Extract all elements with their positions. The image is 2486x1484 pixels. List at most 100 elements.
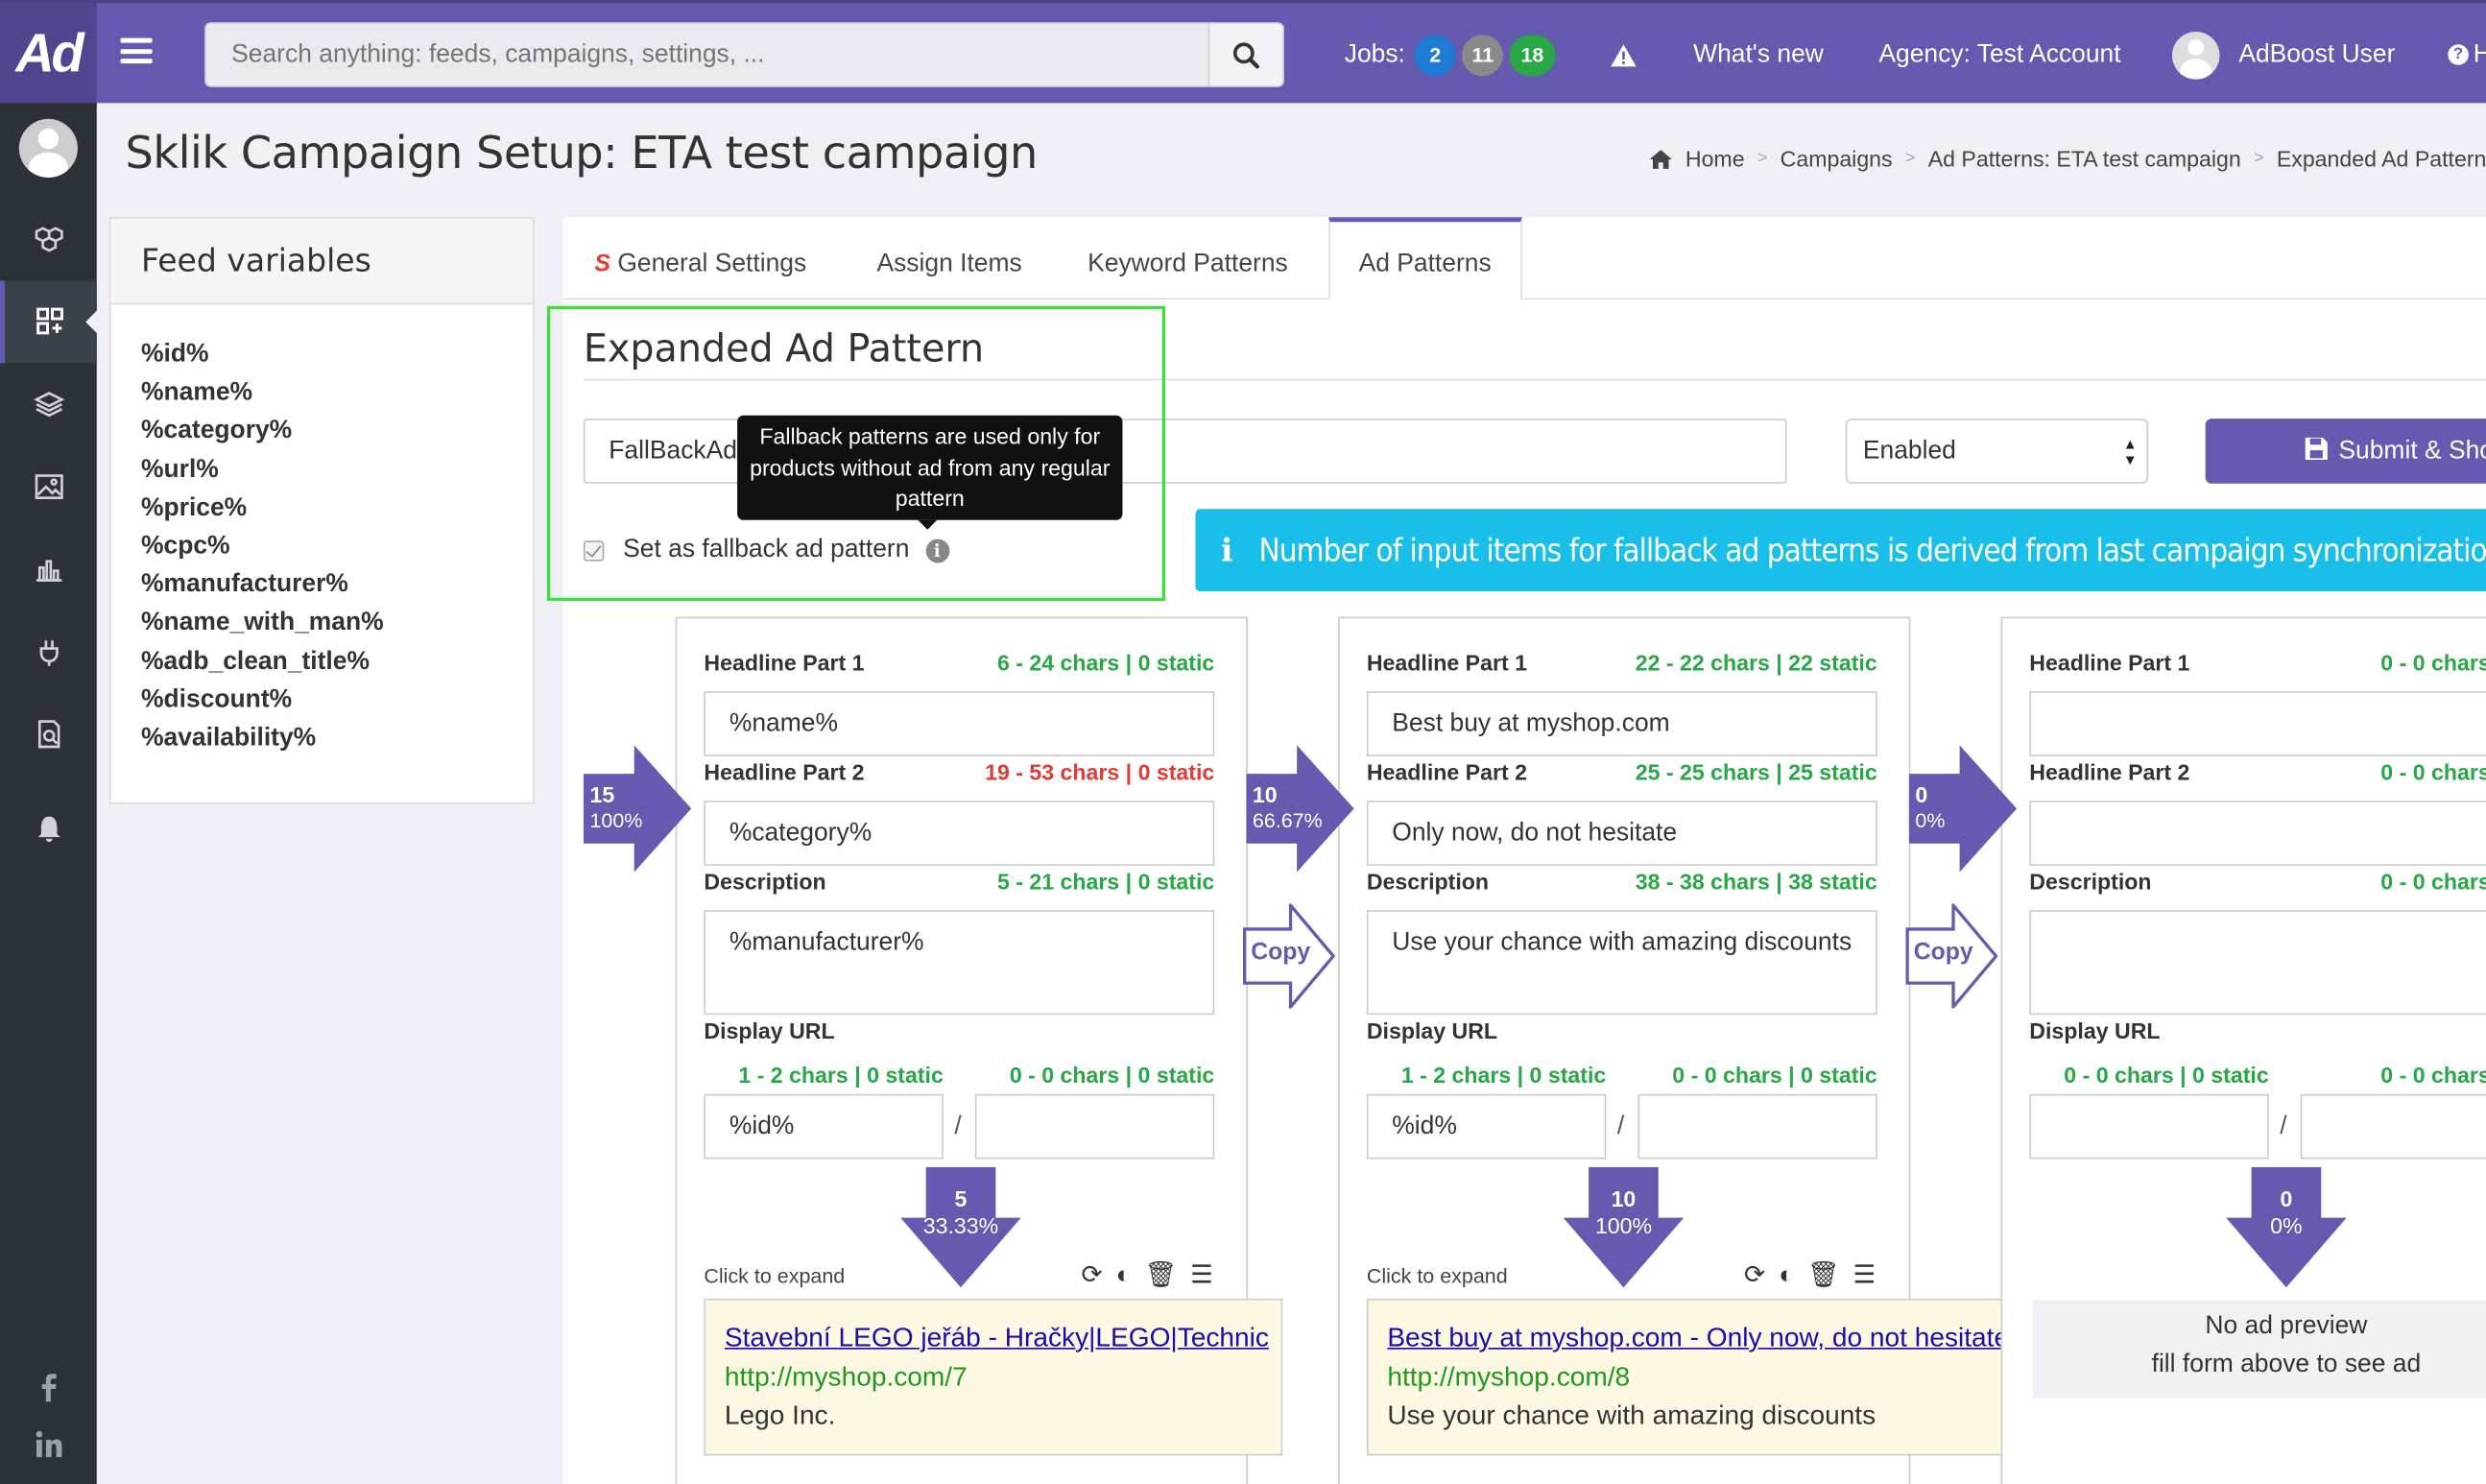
ad-tools: ⟳ ◐ 🗑 ☰: [1082, 1259, 1217, 1291]
agency-selector[interactable]: Agency: Test Account: [1878, 3, 2120, 106]
list-icon[interactable]: ☰: [1853, 1262, 1879, 1289]
ad-preview-url: http://myshop.com/7: [724, 1361, 968, 1392]
output-count-arrow: 5 33.33%: [900, 1166, 1021, 1288]
highlight-box: [546, 305, 1166, 602]
bar-chart-icon[interactable]: [0, 528, 97, 610]
feed-variable[interactable]: %url%: [141, 451, 533, 490]
headline-1-input[interactable]: %name%: [704, 691, 1215, 756]
display-url-path2-input[interactable]: [1637, 1093, 1877, 1160]
description-char-count: 5 - 21 chars | 0 static: [996, 869, 1215, 895]
plug-icon[interactable]: [0, 610, 97, 693]
submit-label: Submit & Sho: [2338, 437, 2486, 465]
jobs-indicator[interactable]: Jobs: 2 11 18: [1345, 3, 1555, 106]
info-alert: i Number of input items for fallback ad …: [1195, 509, 2486, 592]
sidebar-avatar[interactable]: [18, 118, 78, 179]
feed-variable[interactable]: %discount%: [141, 682, 533, 720]
description-input[interactable]: [2029, 910, 2486, 1016]
page-title: Sklik Campaign Setup: ETA test campaign: [125, 127, 1038, 180]
breadcrumb-campaigns[interactable]: Campaigns: [1781, 146, 1893, 171]
submit-button[interactable]: Submit & Sho: [2205, 419, 2486, 484]
feed-variable[interactable]: %category%: [141, 413, 533, 451]
headline-1-char-count: 6 - 24 chars | 0 static: [996, 650, 1215, 676]
headline-2-label: Headline Part 2: [2029, 759, 2190, 785]
help-label: H: [2474, 40, 2486, 69]
status-select[interactable]: Enabled ▲ ▼: [1845, 419, 2149, 484]
display-url-path2-input[interactable]: [974, 1093, 1215, 1160]
feed-variable[interactable]: %manufacturer%: [141, 566, 533, 605]
display-url-path1-count: 1 - 2 chars | 0 static: [1400, 1062, 1607, 1089]
ad-preview[interactable]: Stavební LEGO jeřáb - Hračky|LEGO|Techni…: [704, 1298, 1283, 1456]
output-count-arrow: 0 0%: [2226, 1166, 2347, 1288]
tab-assign-items[interactable]: Assign Items: [849, 217, 1051, 299]
trash-icon[interactable]: 🗑: [1145, 1262, 1181, 1289]
cubes-icon[interactable]: [0, 198, 97, 280]
feed-variable[interactable]: %adb_clean_title%: [141, 643, 533, 682]
description-input[interactable]: Use your chance with amazing discounts: [1366, 910, 1877, 1016]
tab-keyword-patterns[interactable]: Keyword Patterns: [1059, 217, 1316, 299]
trash-icon[interactable]: 🗑: [1807, 1262, 1843, 1289]
breadcrumb-ad-patterns[interactable]: Ad Patterns: ETA test campaign: [1928, 146, 2241, 171]
feed-variable[interactable]: %availability%: [141, 720, 533, 758]
ad-preview-title[interactable]: Stavební LEGO jeřáb - Hračky|LEGO|Techni…: [725, 1319, 1269, 1357]
user-menu[interactable]: AdBoost User: [2171, 3, 2395, 106]
warning-icon[interactable]: [1610, 3, 1638, 106]
display-url-path2-input[interactable]: [2300, 1093, 2486, 1160]
help-link[interactable]: ? H: [2448, 3, 2486, 106]
tab-general-settings[interactable]: S General Settings: [566, 217, 835, 299]
display-url-path1-input[interactable]: %id%: [704, 1093, 944, 1160]
display-url-path2-count: 0 - 0 chars | 0 static: [1672, 1062, 1877, 1089]
copy-arrow[interactable]: Copy: [1905, 900, 1998, 1012]
display-url-label: Display URL: [1366, 1017, 1498, 1043]
click-to-expand[interactable]: Click to expand: [1367, 1263, 1508, 1287]
copy-arrow[interactable]: Copy: [1243, 900, 1336, 1012]
breadcrumb-current: Expanded Ad Pattern Se: [2276, 145, 2486, 172]
headline-2-char-count: 25 - 25 chars | 25 static: [1635, 759, 1877, 785]
app-logo[interactable]: Ad: [0, 3, 97, 107]
breadcrumb-home[interactable]: Home: [1685, 146, 1745, 171]
feed-variable[interactable]: %price%: [141, 490, 533, 528]
whats-new-link[interactable]: What's new: [1693, 3, 1824, 106]
ad-patterns-icon[interactable]: [0, 280, 99, 364]
feed-variable[interactable]: %cpc%: [141, 528, 533, 566]
headline-1-input[interactable]: Best buy at myshop.com: [1366, 691, 1877, 756]
hide-icon[interactable]: ◐: [1116, 1262, 1135, 1289]
search-button[interactable]: [1207, 23, 1283, 86]
input-percent: 0%: [1915, 808, 1946, 833]
description-input[interactable]: %manufacturer%: [704, 910, 1215, 1016]
refresh-icon[interactable]: ⟳: [1744, 1262, 1768, 1289]
refresh-icon[interactable]: ⟳: [1082, 1262, 1106, 1289]
click-to-expand[interactable]: Click to expand: [704, 1263, 845, 1287]
feed-variable[interactable]: %name_with_man%: [141, 605, 533, 643]
ad-preview[interactable]: Best buy at myshop.com - Only now, do no…: [1366, 1298, 2041, 1456]
layers-icon[interactable]: [0, 363, 97, 445]
headline-2-input[interactable]: %category%: [704, 801, 1215, 866]
feed-variable[interactable]: %id%: [141, 336, 533, 374]
menu-toggle-icon[interactable]: [120, 37, 153, 64]
help-icon: ?: [2448, 44, 2469, 65]
display-url-path1-input[interactable]: [2029, 1093, 2269, 1160]
headline-1-label: Headline Part 1: [1366, 650, 1527, 676]
list-icon[interactable]: ☰: [1190, 1262, 1216, 1289]
output-percent: 0%: [2270, 1212, 2303, 1239]
headline-2-input[interactable]: [2029, 801, 2486, 866]
top-bar: Ad Jobs: 2 11 18 What's new Agency: Test…: [0, 0, 2486, 107]
headline-2-input[interactable]: Only now, do not hesitate: [1366, 801, 1877, 866]
ad-preview-desc: Lego Inc.: [724, 1400, 836, 1430]
linkedin-icon[interactable]: [0, 1403, 97, 1484]
tab-ad-patterns[interactable]: Ad Patterns: [1328, 217, 1522, 301]
headline-1-char-count: 22 - 22 chars | 22 static: [1635, 650, 1877, 676]
feed-variables-title: Feed variables: [110, 218, 534, 305]
hide-icon[interactable]: ◐: [1779, 1262, 1797, 1289]
output-count: 10: [1611, 1185, 1637, 1211]
ad-preview-title[interactable]: Best buy at myshop.com - Only now, do no…: [1387, 1319, 2020, 1357]
feed-variable[interactable]: %name%: [141, 374, 533, 413]
display-url-path1-input[interactable]: %id%: [1366, 1093, 1607, 1160]
report-search-icon[interactable]: [0, 693, 97, 776]
image-icon[interactable]: [0, 445, 97, 528]
input-percent: 66.67%: [1252, 808, 1323, 833]
headline-1-input[interactable]: [2029, 691, 2486, 756]
input-count: 15: [589, 781, 615, 807]
bell-icon[interactable]: [0, 788, 97, 871]
search-input[interactable]: [205, 23, 1208, 86]
feed-variables-panel: Feed variables %id% %name% %category% %url%…: [108, 217, 535, 804]
